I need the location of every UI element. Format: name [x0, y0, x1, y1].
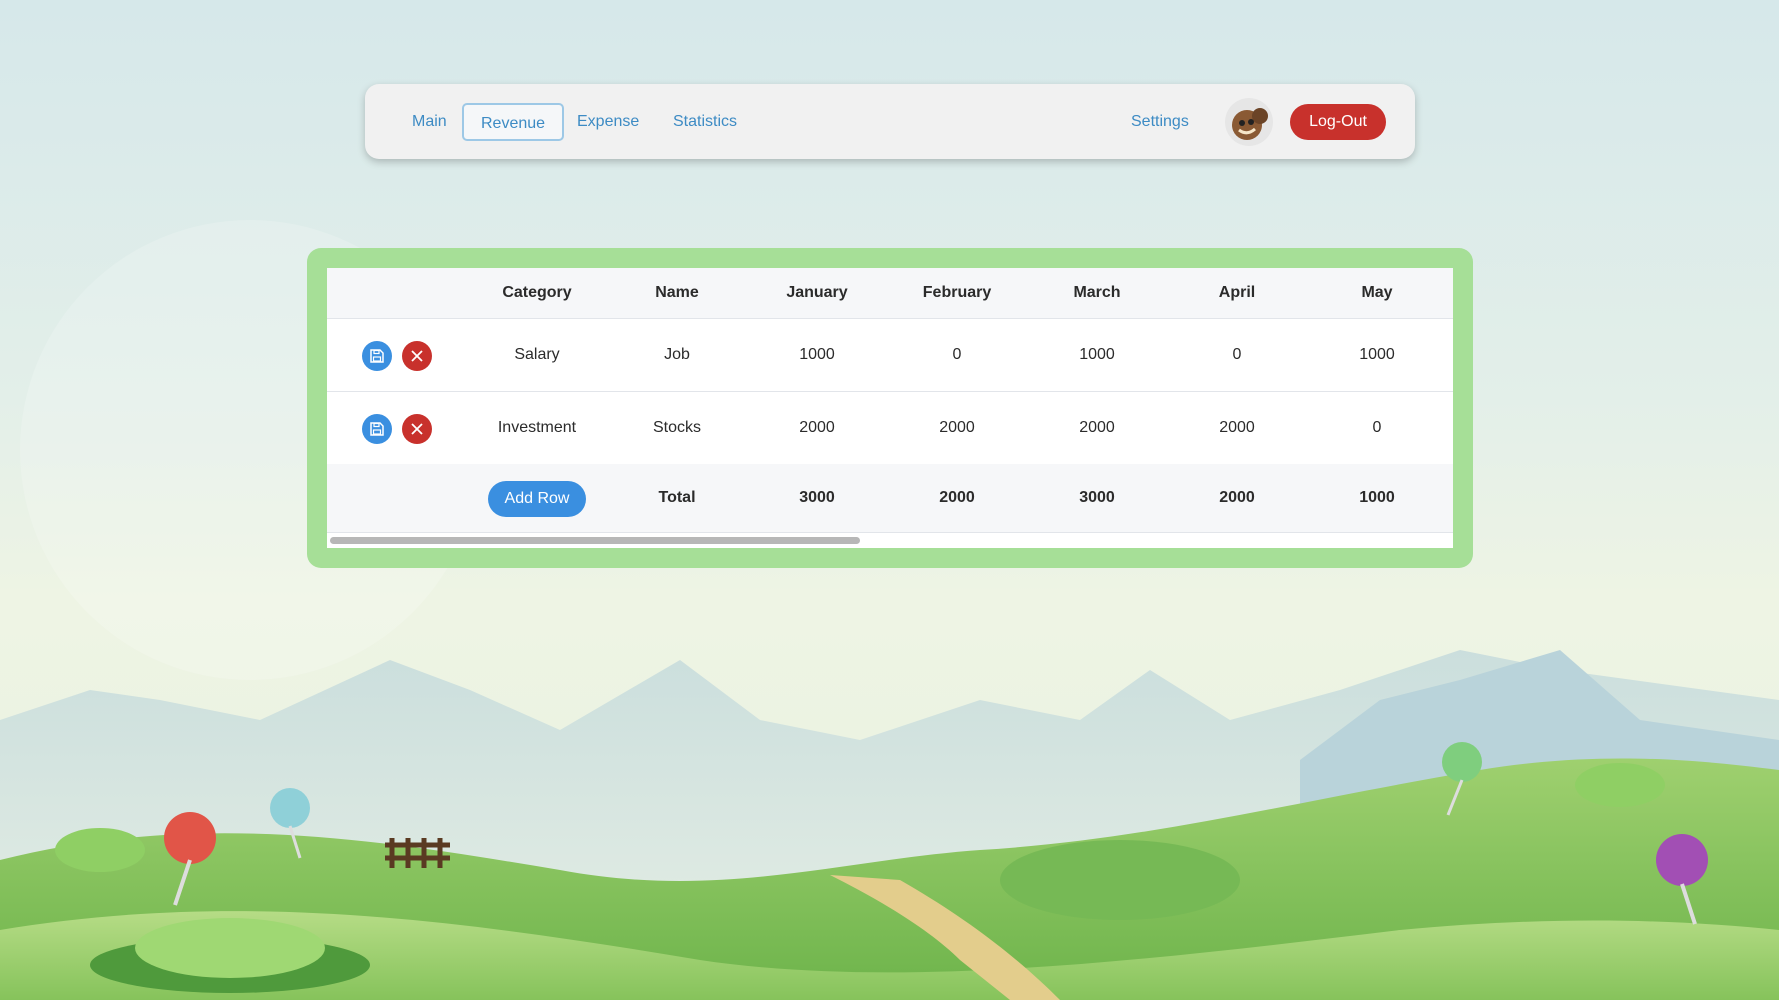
header-actions — [327, 268, 467, 318]
cell-april[interactable]: 2000 — [1167, 392, 1307, 464]
header-category: Category — [502, 284, 572, 301]
total-february: 2000 — [939, 489, 975, 506]
table-row: Salary Job 1000 0 1000 0 1000 — [327, 319, 1453, 392]
delete-button[interactable] — [402, 341, 432, 371]
nav-settings[interactable]: Settings — [1131, 84, 1189, 159]
header-name: Name — [655, 284, 699, 301]
total-january: 3000 — [799, 489, 835, 506]
cell-may[interactable]: 1000 — [1307, 319, 1447, 391]
close-icon — [411, 350, 423, 362]
header-february: February — [922, 284, 992, 301]
cell-category[interactable]: Salary — [467, 319, 607, 391]
header-march: March — [1073, 284, 1121, 301]
total-march: 3000 — [1079, 489, 1115, 506]
revenue-table: Category Name January February March Apr… — [327, 268, 1453, 548]
nav-main[interactable]: Main — [412, 84, 447, 159]
cell-april[interactable]: 0 — [1167, 319, 1307, 391]
cell-category[interactable]: Investment — [467, 392, 607, 464]
top-navbar: Main Revenue Expense Statistics Settings… — [365, 84, 1415, 159]
table-header: Category Name January February March Apr… — [327, 268, 1453, 319]
total-label: Total — [658, 489, 696, 506]
avatar[interactable] — [1225, 98, 1273, 146]
save-button[interactable] — [362, 414, 392, 444]
delete-button[interactable] — [402, 414, 432, 444]
cell-february[interactable]: 2000 — [887, 392, 1027, 464]
cell-march[interactable]: 1000 — [1027, 319, 1167, 391]
save-icon — [370, 422, 384, 436]
save-button[interactable] — [362, 341, 392, 371]
avatar-icon — [1232, 108, 1268, 140]
header-april: April — [1218, 284, 1256, 301]
total-april: 2000 — [1219, 489, 1255, 506]
logout-button[interactable]: Log-Out — [1290, 104, 1386, 140]
cell-january[interactable]: 1000 — [747, 319, 887, 391]
table-row: Investment Stocks 2000 2000 2000 2000 0 — [327, 392, 1453, 465]
save-icon — [370, 349, 384, 363]
cell-february[interactable]: 0 — [887, 319, 1027, 391]
close-icon — [411, 423, 423, 435]
cell-march[interactable]: 2000 — [1027, 392, 1167, 464]
cell-name[interactable]: Stocks — [607, 392, 747, 464]
cell-january[interactable]: 2000 — [747, 392, 887, 464]
cell-may[interactable]: 0 — [1307, 392, 1447, 464]
nav-revenue[interactable]: Revenue — [462, 103, 565, 141]
header-may: May — [1361, 284, 1393, 301]
table-total-row: Add Row Total 3000 2000 3000 2000 1000 — [327, 464, 1453, 533]
total-may: 1000 — [1359, 489, 1395, 506]
header-january: January — [786, 284, 848, 301]
add-row-button[interactable]: Add Row — [488, 481, 586, 517]
nav-statistics[interactable]: Statistics — [673, 84, 737, 159]
horizontal-scrollbar[interactable] — [330, 537, 860, 544]
cell-name[interactable]: Job — [607, 319, 747, 391]
revenue-panel: Category Name January February March Apr… — [307, 248, 1473, 568]
nav-expense[interactable]: Expense — [577, 84, 639, 159]
